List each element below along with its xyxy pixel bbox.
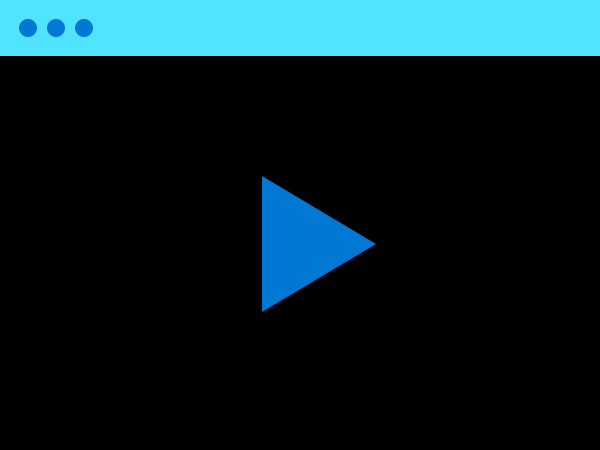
window-control-dot-2[interactable] — [47, 19, 65, 37]
app-window — [0, 0, 600, 450]
window-control-dot-1[interactable] — [19, 19, 37, 37]
video-player-area[interactable] — [0, 56, 600, 450]
play-icon — [262, 176, 376, 312]
play-button[interactable] — [262, 176, 376, 312]
title-bar — [0, 0, 600, 56]
window-control-dot-3[interactable] — [75, 19, 93, 37]
